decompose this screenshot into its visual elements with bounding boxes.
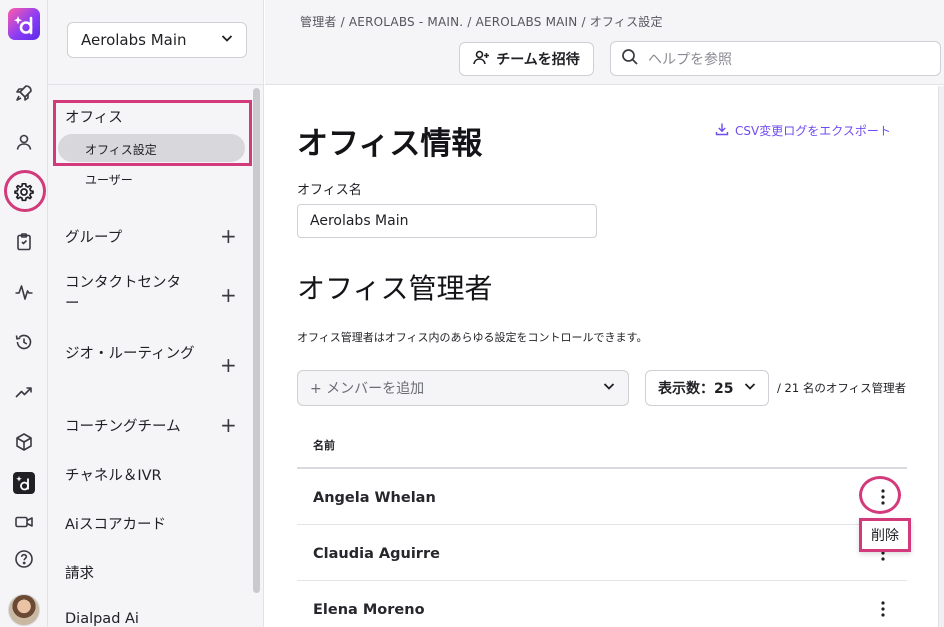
top-header: 管理者 / AEROLABS - MAIN. / AEROLABS MAIN /… — [265, 0, 944, 85]
help-search-placeholder: ヘルプを参照 — [648, 51, 732, 68]
column-header-name[interactable]: 名前 — [313, 437, 335, 453]
more-vertical-icon[interactable] — [873, 599, 893, 619]
page-title: オフィス情報 — [297, 126, 483, 162]
rocket-icon[interactable] — [8, 77, 40, 109]
sidebar-divider — [48, 84, 264, 85]
admin-name: Claudia Aguirre — [313, 546, 440, 562]
chevron-down-icon — [220, 31, 234, 49]
clipboard-icon[interactable] — [8, 226, 40, 258]
chevron-down-icon — [743, 379, 757, 397]
main-content: オフィス情報 CSV変更ログをエクスポート オフィス名 オフィス管理者 オフィス… — [265, 86, 944, 627]
dialpad-icon[interactable] — [8, 467, 40, 499]
table-row: Claudia Aguirre — [297, 525, 907, 581]
sidebar-item-ai-scorecard[interactable]: Aiスコアカード — [65, 513, 166, 534]
office-name-label: オフィス名 — [297, 183, 362, 198]
history-icon[interactable] — [8, 326, 40, 358]
breadcrumb[interactable]: 管理者 / AEROLABS - MAIN. / AEROLABS MAIN /… — [300, 13, 663, 30]
sidebar-item-contact-center[interactable]: コンタクトセンター — [65, 273, 195, 315]
invite-team-button[interactable]: チームを招待 — [459, 42, 594, 76]
main-scrollbar[interactable] — [938, 86, 944, 627]
sidebar-item-billing[interactable]: 請求 — [65, 562, 94, 583]
invite-team-label: チームを招待 — [496, 52, 580, 68]
office-name-field[interactable] — [297, 204, 597, 238]
admins-description: オフィス管理者はオフィス内のあらゆる設定をコントロールできます。 — [297, 331, 648, 344]
avatar[interactable] — [8, 594, 40, 626]
add-member-placeholder: + メンバーを追加 — [310, 381, 425, 397]
admin-count: / 21 名のオフィス管理者 — [777, 381, 907, 395]
activity-icon[interactable] — [8, 276, 40, 308]
admin-name: Elena Moreno — [313, 602, 425, 618]
delete-menu-item[interactable]: 削除 — [859, 518, 911, 552]
sidebar-item-geo-routing[interactable]: ジオ・ルーティング — [65, 344, 195, 365]
trend-icon[interactable] — [8, 376, 40, 408]
video-icon[interactable] — [8, 506, 40, 538]
sidebar-item-channels-ivr[interactable]: チャネル＆IVR — [65, 464, 162, 485]
office-selector-label: Aerolabs Main — [81, 31, 187, 49]
plus-icon[interactable]: + — [220, 226, 237, 246]
sidebar-highlight-box — [53, 100, 252, 166]
sidebar-item-users[interactable]: ユーザー — [85, 171, 133, 188]
plus-icon[interactable]: + — [220, 355, 237, 375]
admins-section-title: オフィス管理者 — [297, 272, 493, 305]
chevron-down-icon — [602, 379, 616, 397]
help-search-input[interactable]: ヘルプを参照 — [610, 41, 941, 76]
help-icon[interactable] — [8, 543, 40, 575]
sidebar-item-coaching-team[interactable]: コーチングチーム — [65, 415, 181, 436]
user-icon[interactable] — [8, 126, 40, 158]
logo-icon[interactable] — [8, 8, 40, 40]
sidebar-item-groups[interactable]: グループ — [65, 226, 122, 247]
office-selector[interactable]: Aerolabs Main — [67, 22, 247, 58]
gear-icon[interactable] — [8, 176, 40, 208]
settings-sidebar: Aerolabs Main オフィス オフィス設定 ユーザー グループ + コン… — [48, 0, 264, 627]
export-csv-link[interactable]: CSV変更ログをエクスポート — [715, 122, 891, 139]
add-member-select[interactable]: + メンバーを追加 — [297, 370, 629, 406]
row-menu-highlight — [859, 476, 901, 514]
table-row: Elena Moreno — [297, 581, 907, 627]
sidebar-scrollbar[interactable] — [253, 88, 260, 593]
cube-icon[interactable] — [8, 426, 40, 458]
admin-name: Angela Whelan — [313, 490, 436, 506]
export-csv-label: CSV変更ログをエクスポート — [735, 124, 891, 138]
download-icon — [715, 122, 729, 139]
sidebar-item-dialpad-ai[interactable]: Dialpad Ai — [65, 611, 139, 627]
search-icon — [621, 48, 639, 70]
add-user-icon — [473, 49, 490, 70]
plus-icon[interactable]: + — [220, 415, 237, 435]
plus-icon[interactable]: + — [220, 285, 237, 305]
page-size-select[interactable]: 表示数：25 — [645, 370, 769, 406]
page-size-label: 表示数：25 — [658, 381, 734, 397]
table-row: Angela Whelan — [297, 469, 907, 525]
icon-rail — [0, 0, 48, 627]
